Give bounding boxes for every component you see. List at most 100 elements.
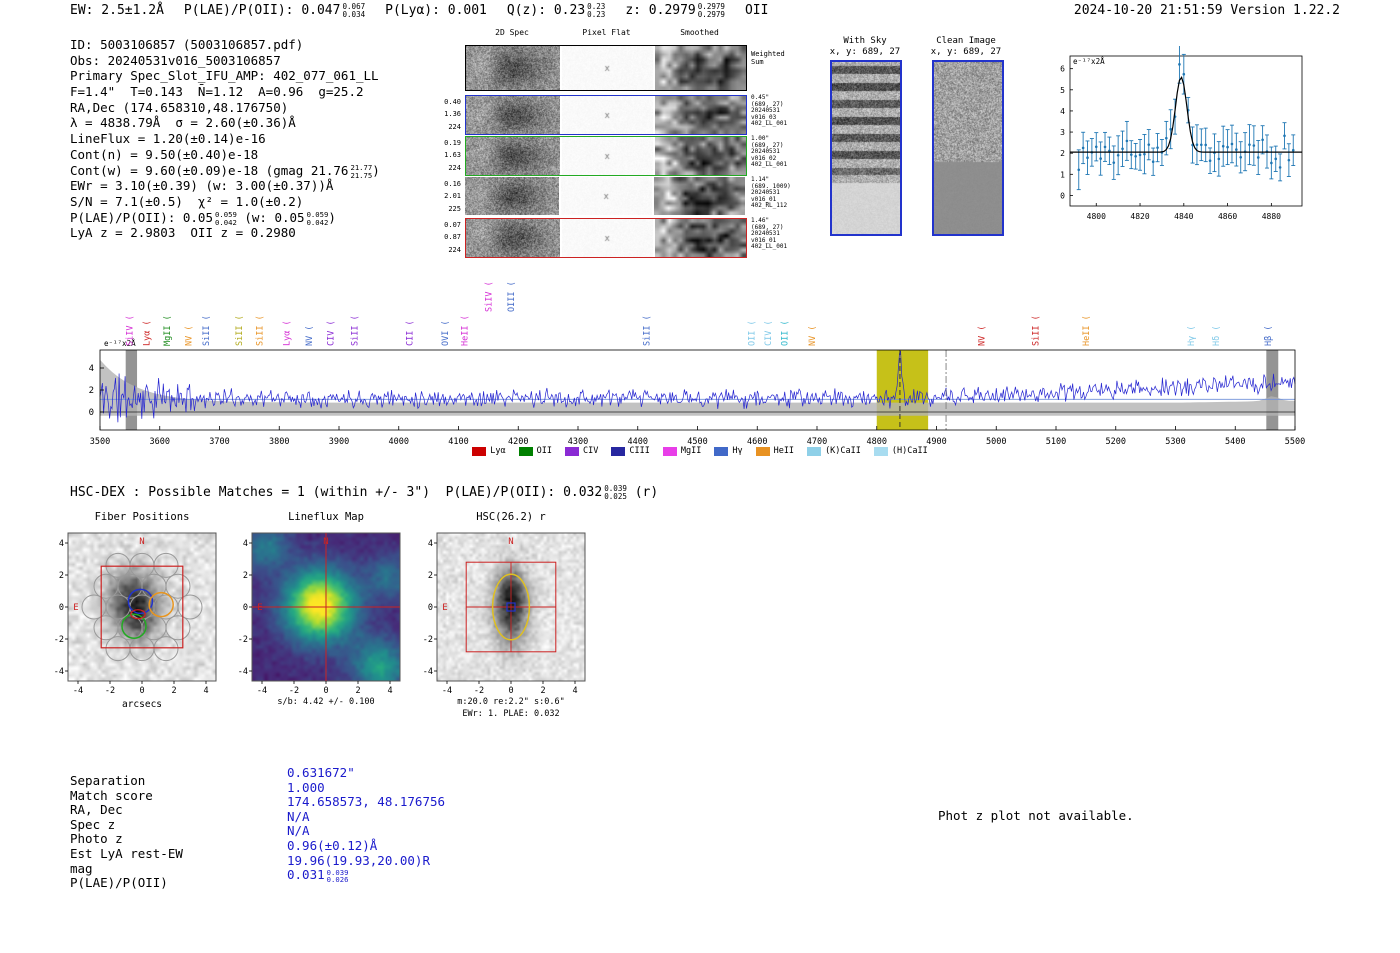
match-row-value: 19.96(19.93,20.00)R [287, 852, 430, 868]
data-point [1156, 146, 1159, 149]
spec2d-column-title: 2D Spec [495, 28, 529, 37]
with-sky-image [830, 60, 902, 236]
spec2d-row [465, 136, 747, 176]
spec2d-row-left-values: 0.40 1.36 224 [444, 98, 461, 131]
flux-units-label: e⁻¹⁷x2Å [1073, 57, 1105, 66]
with-sky-title-text: With Sky [843, 36, 887, 46]
y-tick-label: -4 [54, 667, 64, 677]
text: (r) [626, 485, 659, 500]
data-point [1094, 145, 1098, 149]
fiber-circle [177, 594, 203, 620]
emission-line-label: MgII ( [163, 315, 173, 346]
stacked-fraction: 0.039 0.026 [327, 868, 349, 884]
emission-line-label: Hβ ( [1264, 326, 1274, 346]
spec2d-column-title: Smoothed [680, 28, 719, 37]
x-tick-label: 5100 [1046, 437, 1066, 447]
legend-item: CIII [611, 446, 650, 456]
legend-swatch [662, 446, 677, 456]
legend-item: MgII [662, 446, 701, 456]
spec2d-row-right-values: 1.14" (689. 1009) 20240531 v016_01 402_R… [751, 176, 791, 210]
data-point [1143, 152, 1146, 156]
text: Obs: 20240531v016_5003106857 [70, 52, 281, 68]
y-tick-label: 6 [1060, 65, 1065, 74]
data-point [1221, 144, 1225, 148]
y-tick-label: 3 [1060, 128, 1065, 137]
text: OII [744, 3, 769, 18]
spec2d-panel-flat-image [562, 219, 653, 257]
text-segment: S/N = 7.1(±0.5) χ² = 1.0(±0.2) [70, 194, 303, 209]
match-table-values: 0.631672" 1.000 174.658573, 48.176756 N/A N/… [287, 765, 445, 884]
legend-swatch [611, 446, 626, 456]
y-tick-label: 2 [89, 386, 94, 396]
x-tick-label: 5500 [1285, 437, 1305, 447]
legend-item: Hγ [714, 446, 743, 456]
data-point [1134, 154, 1137, 158]
text-segment: OII [745, 3, 768, 18]
spec2d-row-right-values: 1.46" (689, 27) 20240531 v016_01 402_LL_… [751, 217, 788, 251]
x-tick-label: 3700 [209, 437, 229, 447]
stacked-fraction: 21.77 21.75 [350, 164, 372, 179]
match-row-label: Spec z [70, 816, 116, 832]
data-point [1182, 72, 1186, 76]
clean-image [932, 60, 1004, 236]
match-row-value: 0.631672" [287, 765, 355, 780]
emission-line-label: OII ( [781, 320, 791, 346]
spec2d-panel-smooth-image [655, 96, 746, 134]
x-tick-label: 2 [355, 686, 360, 696]
data-point [1125, 139, 1129, 143]
emission-line-label: Hδ ( [1212, 326, 1222, 346]
fiber-circle [105, 636, 131, 662]
summary-line: Cont(n) = 9.50(±0.40)e-18 [70, 147, 380, 163]
weighted-sum-label: Weighted Sum [751, 50, 785, 66]
x-tick-label: 4860 [1218, 212, 1237, 221]
text-segment: LineFlux = 1.20(±0.14)e-16 [70, 131, 266, 146]
y-tick-label: 4 [243, 539, 248, 549]
text-segment: P(LAE)/P(OII): 0.05 0.059 0.042 [70, 210, 237, 226]
emission-line-label: SiII ( [202, 315, 212, 346]
error-band [100, 359, 1295, 416]
x-tick-label: -4 [442, 686, 452, 696]
match-row-label: mag [70, 860, 93, 876]
spec2d-column-title: Pixel Flat [582, 28, 631, 37]
phot-z-note: Phot z plot not available. [938, 808, 1134, 823]
summary-line: λ = 4838.79Å σ = 2.60(±0.36)Å [70, 115, 380, 131]
fiber-circle [153, 636, 179, 662]
emission-line-label: CIV ( [327, 320, 337, 346]
x-tick-label: -2 [474, 686, 484, 696]
data-point [1248, 143, 1251, 146]
summary-line: LyA z = 2.9803 OII z = 0.2980 [70, 225, 380, 241]
y-tick-label: 4 [1060, 107, 1065, 116]
data-point [1270, 161, 1273, 165]
data-point [1274, 157, 1278, 161]
x-tick-label: 5400 [1225, 437, 1245, 447]
spec2d-panel-grain-image [466, 219, 560, 257]
text: ID: 5003106857 (5003106857.pdf) [70, 37, 304, 52]
header-stats-line: EW: 2.5±1.2Å P(LAE)/P(OII): 0.047 0.067 0.0… [70, 3, 788, 19]
text: ) [372, 162, 380, 178]
data-point [1099, 157, 1102, 160]
text-segment: ) [328, 210, 336, 225]
y-tick-label: -2 [423, 635, 433, 645]
x-tick-label: 2 [171, 686, 176, 696]
y-tick-label: -2 [238, 635, 248, 645]
legend-item: CIV [565, 446, 598, 456]
spec2d-row-left-values: 0.07 0.87 224 [444, 221, 461, 254]
x-tick-label: 3900 [329, 437, 349, 447]
data-point [1112, 161, 1116, 164]
summary-line: Cont(w) = 9.60(±0.09)e-18 (gmag 21.76 21.… [70, 163, 380, 179]
y-tick-label: 0 [89, 408, 94, 418]
sub-value: 0.23 [587, 10, 606, 20]
text-segment: F=1.4" T=0.143 N̄=1.12 A=0.96 g=25.2 [70, 84, 364, 99]
fiber-circle [93, 615, 119, 641]
emission-line-label: SiIV ( [125, 315, 135, 346]
sub-value: 0.025 [604, 492, 627, 502]
match-row-value: 0.031 0.039 0.026 [287, 867, 445, 884]
emission-line-label: SiII ( [1032, 315, 1042, 346]
summary-line: Obs: 20240531v016_5003106857 [70, 53, 380, 69]
legend-label: (K)CaII [825, 446, 861, 456]
match-row-label: P(LAE)/P(OII) [70, 875, 168, 891]
stacked-fraction: 0.067 0.034 [342, 3, 365, 19]
compass-east-label: E [73, 603, 78, 613]
spec2d-row-left-values: 0.16 2.01 225 [444, 180, 461, 213]
data-point [1103, 145, 1107, 149]
